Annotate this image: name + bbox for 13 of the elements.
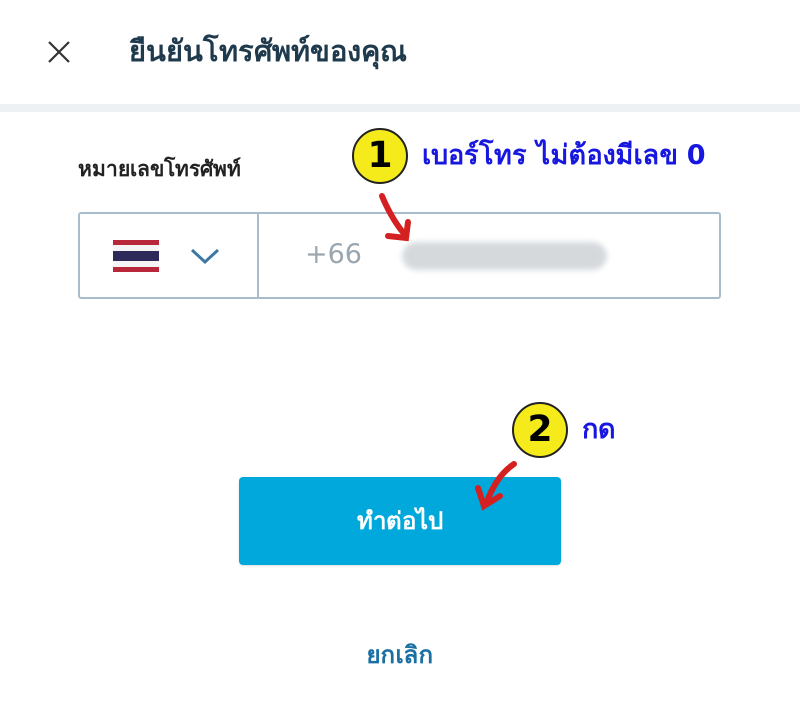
cancel-link[interactable]: ยกเลิก [366, 637, 434, 673]
phone-field[interactable]: +66 [78, 212, 721, 299]
chevron-icon [189, 246, 221, 264]
country-code: +66 [305, 238, 362, 272]
window-title: ยืนยันโทรศัพท์ของคุณ [129, 33, 407, 72]
step-badge: 2 [512, 402, 568, 458]
step-badge: 1 [352, 128, 408, 184]
continue-button[interactable]: ทำต่อไป [239, 477, 561, 565]
annotation-text: เบอร์โทร ไม่ต้องมีเลข 0 [422, 138, 706, 173]
flag-icon [113, 240, 159, 272]
close-icon[interactable] [47, 40, 71, 64]
field-label: หมายเลขโทรศัพท์ [78, 156, 241, 183]
annotation-text: กด [582, 412, 616, 447]
